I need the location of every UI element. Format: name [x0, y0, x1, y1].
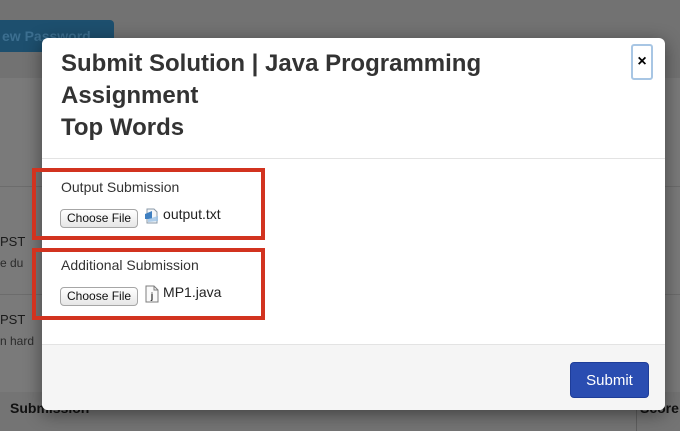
- background-row-fragment: e du: [0, 256, 24, 270]
- modal-title-line: Assignment: [61, 82, 199, 109]
- output-submission-highlight: [32, 168, 265, 240]
- modal-title-line: Submit Solution | Java Programming: [61, 50, 482, 77]
- close-button[interactable]: ×: [631, 44, 653, 80]
- modal-title: Submit Solution | Java Programming Assig…: [61, 48, 581, 144]
- submit-button[interactable]: Submit: [570, 362, 649, 398]
- modal-header: Submit Solution | Java Programming Assig…: [42, 38, 665, 159]
- modal-title-line: Top Words: [61, 114, 185, 141]
- modal-footer: Submit: [42, 344, 665, 410]
- additional-submission-highlight: [32, 248, 265, 320]
- background-row-fragment: n hard: [0, 334, 35, 348]
- background-row-fragment: PST: [0, 312, 26, 327]
- background-row-fragment: PST: [0, 234, 26, 249]
